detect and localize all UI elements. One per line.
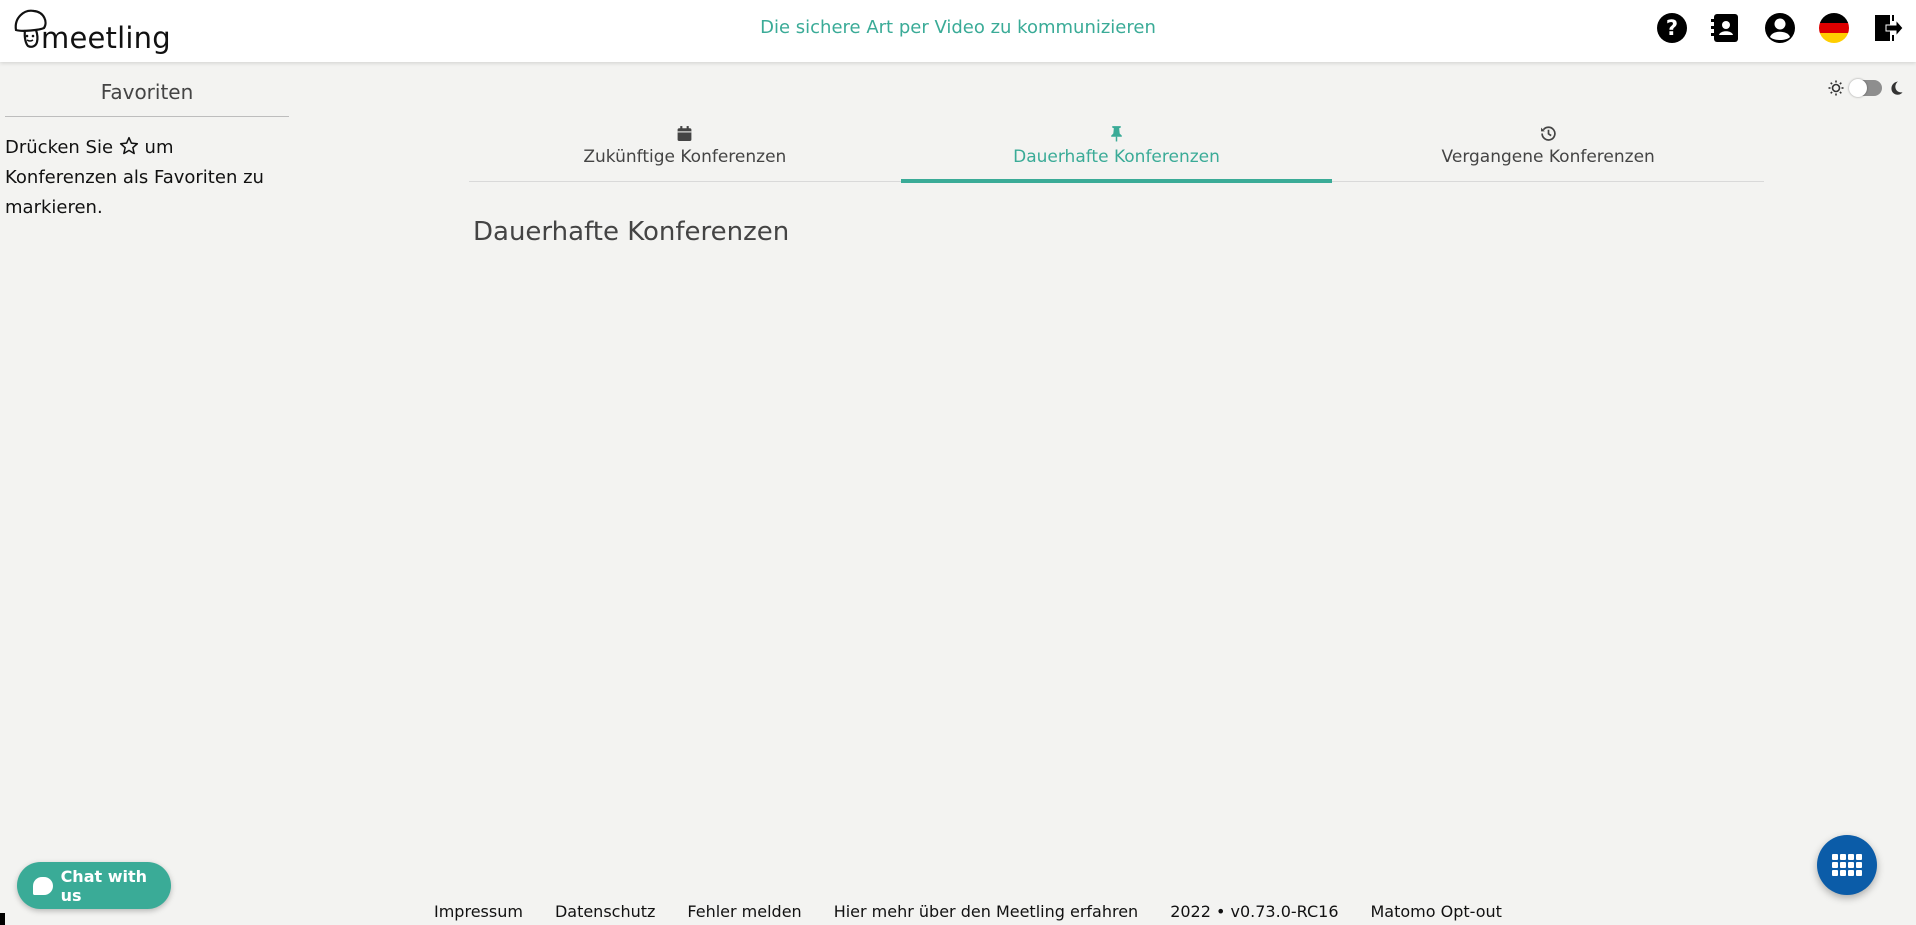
user-account-icon[interactable] xyxy=(1764,12,1796,44)
apps-grid-button[interactable] xyxy=(1817,835,1877,895)
logout-icon[interactable] xyxy=(1872,12,1904,44)
pin-icon xyxy=(1111,126,1122,142)
tab-future-conferences[interactable]: Zukünftige Konferenzen xyxy=(469,120,901,181)
theme-toggle xyxy=(1828,79,1904,97)
tab-label: Vergangene Konferenzen xyxy=(1441,147,1655,167)
dark-mode-switch[interactable] xyxy=(1849,79,1882,97)
footer-link-report-bug[interactable]: Fehler melden xyxy=(687,902,801,921)
page-title: Dauerhafte Konferenzen xyxy=(473,217,790,247)
header-actions: ? xyxy=(1656,12,1904,44)
chat-with-us-button[interactable]: Chat with us xyxy=(17,862,171,909)
calendar-icon xyxy=(677,126,692,141)
address-book-icon[interactable] xyxy=(1710,12,1742,44)
moon-icon xyxy=(1891,81,1903,95)
chat-bubble-icon xyxy=(33,876,53,895)
tab-label: Dauerhafte Konferenzen xyxy=(1013,147,1220,167)
german-flag-icon[interactable] xyxy=(1818,12,1850,44)
hint-before-text: Drücken Sie xyxy=(5,137,114,158)
favorites-hint: Drücken Sie um Konferenzen als Favoriten… xyxy=(5,133,289,223)
help-icon[interactable]: ? xyxy=(1656,12,1688,44)
tab-past-conferences[interactable]: Vergangene Konferenzen xyxy=(1332,120,1764,181)
corner-mark xyxy=(0,913,5,925)
favorites-sidebar: Favoriten Drücken Sie um Konferenzen als… xyxy=(5,62,289,223)
top-header: meetling Die sichere Art per Video zu ko… xyxy=(0,0,1916,62)
footer-version[interactable]: 2022 • v0.73.0-RC16 xyxy=(1170,902,1338,921)
history-icon xyxy=(1540,126,1556,141)
footer-link-impressum[interactable]: Impressum xyxy=(434,902,523,921)
grid-icon xyxy=(1832,854,1862,876)
footer-link-matomo-opt-out[interactable]: Matomo Opt-out xyxy=(1371,902,1502,921)
star-icon xyxy=(119,136,138,155)
footer-link-datenschutz[interactable]: Datenschutz xyxy=(555,902,655,921)
tab-permanent-conferences[interactable]: Dauerhafte Konferenzen xyxy=(900,120,1333,183)
footer-link-about[interactable]: Hier mehr über den Meetling erfahren xyxy=(834,902,1139,921)
footer: Impressum Datenschutz Fehler melden Hier… xyxy=(434,902,1502,921)
conference-tabs: Zukünftige Konferenzen Dauerhafte Konfer… xyxy=(469,120,1764,183)
svg-text:?: ? xyxy=(1666,16,1678,40)
chat-button-label: Chat with us xyxy=(60,866,148,905)
tab-label: Zukünftige Konferenzen xyxy=(583,147,787,167)
sun-icon xyxy=(1828,80,1844,96)
favorites-title: Favoriten xyxy=(5,62,289,117)
tagline: Die sichere Art per Video zu kommunizier… xyxy=(760,17,1156,38)
